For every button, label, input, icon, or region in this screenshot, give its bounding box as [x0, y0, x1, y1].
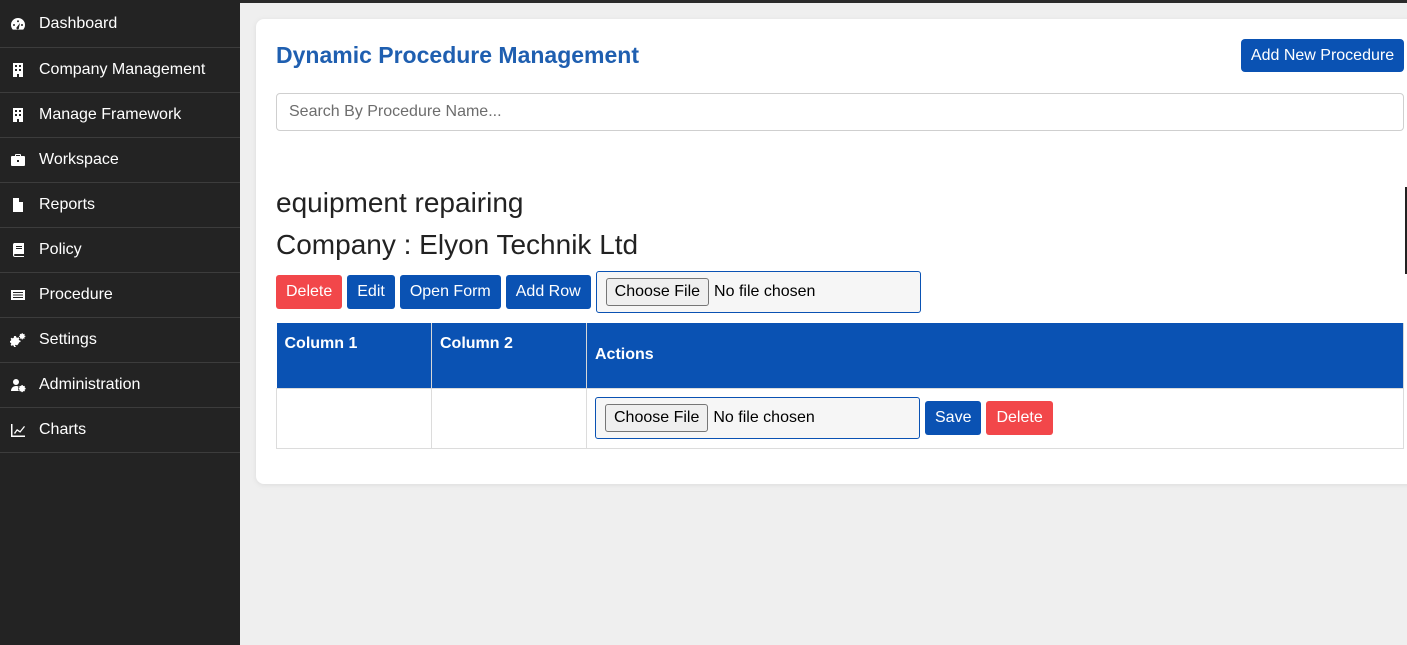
- edit-procedure-button[interactable]: Edit: [347, 275, 395, 309]
- gears-icon: [9, 331, 27, 349]
- choose-file-button[interactable]: Choose File: [605, 278, 710, 306]
- sidebar-item-label: Settings: [39, 331, 97, 348]
- sidebar-item-manage-framework[interactable]: Manage Framework: [0, 93, 240, 138]
- sidebar-item-charts[interactable]: Charts: [0, 408, 240, 453]
- row-delete-button[interactable]: Delete: [986, 401, 1053, 435]
- company-line: Company : Elyon Technik Ltd: [276, 229, 639, 260]
- sidebar-item-label: Workspace: [39, 151, 119, 168]
- sidebar-item-procedure[interactable]: Procedure: [0, 273, 240, 318]
- page-title: Dynamic Procedure Management: [276, 42, 640, 68]
- sidebar-item-administration[interactable]: Administration: [0, 363, 240, 408]
- row-choose-file-button[interactable]: Choose File: [605, 404, 709, 432]
- sidebar-item-dashboard[interactable]: Dashboard: [0, 0, 240, 48]
- file-status: No file chosen: [714, 283, 816, 300]
- sidebar-item-label: Administration: [39, 376, 141, 393]
- top-strip: [240, 0, 1407, 3]
- sidebar-item-label: Dashboard: [39, 14, 118, 32]
- sidebar-item-label: Company Management: [39, 61, 206, 78]
- sidebar-item-label: Policy: [39, 241, 82, 258]
- delete-procedure-button[interactable]: Delete: [276, 275, 343, 309]
- row-file-status: No file chosen: [713, 409, 815, 426]
- dashboard-icon: [9, 15, 27, 33]
- actions-cell: Choose File No file chosen Save Delete: [586, 387, 1404, 449]
- procedure-file-input: Choose File No file chosen: [595, 271, 921, 313]
- building-icon: [9, 106, 27, 124]
- procedure-card: Dynamic Procedure Management Add New Pro…: [256, 19, 1407, 484]
- row-save-button[interactable]: Save: [925, 401, 982, 435]
- sidebar-item-label: Manage Framework: [39, 106, 182, 123]
- table-cell[interactable]: [431, 387, 587, 449]
- sidebar-item-label: Charts: [39, 421, 87, 438]
- column-header: Column 2: [431, 323, 587, 388]
- building-icon: [9, 61, 27, 79]
- book-icon: [9, 241, 27, 259]
- open-form-button[interactable]: Open Form: [399, 275, 501, 309]
- sidebar-item-label: Procedure: [39, 286, 113, 303]
- table-row: Choose File No file chosen Save Delete: [276, 387, 1404, 449]
- add-new-procedure-button[interactable]: Add New Procedure: [1241, 39, 1404, 72]
- sidebar-item-reports[interactable]: Reports: [0, 183, 240, 228]
- column-header: Actions: [586, 323, 1404, 388]
- sidebar-item-workspace[interactable]: Workspace: [0, 138, 240, 183]
- sidebar: Dashboard Company Management Manage Fram…: [0, 0, 240, 645]
- procedure-name: equipment repairing: [276, 187, 524, 218]
- column-header: Column 1: [276, 323, 432, 388]
- sidebar-item-label: Reports: [39, 196, 96, 213]
- user-gear-icon: [9, 376, 27, 394]
- chart-line-icon: [9, 421, 27, 439]
- sidebar-item-settings[interactable]: Settings: [0, 318, 240, 363]
- add-row-button[interactable]: Add Row: [505, 275, 591, 309]
- table-cell[interactable]: [276, 387, 432, 449]
- sidebar-item-policy[interactable]: Policy: [0, 228, 240, 273]
- search-input[interactable]: [276, 93, 1404, 131]
- list-icon: [9, 286, 27, 304]
- sidebar-item-company-management[interactable]: Company Management: [0, 48, 240, 93]
- row-file-input: Choose File No file chosen: [595, 397, 920, 439]
- table-header-row: Column 1 Column 2 Actions: [276, 323, 1404, 388]
- procedure-table: Column 1 Column 2 Actions Choose File No…: [276, 323, 1404, 449]
- procedure-toolbar: Delete Edit Open Form Add Row Choose Fil…: [276, 271, 921, 313]
- file-icon: [9, 196, 27, 214]
- briefcase-icon: [9, 151, 27, 169]
